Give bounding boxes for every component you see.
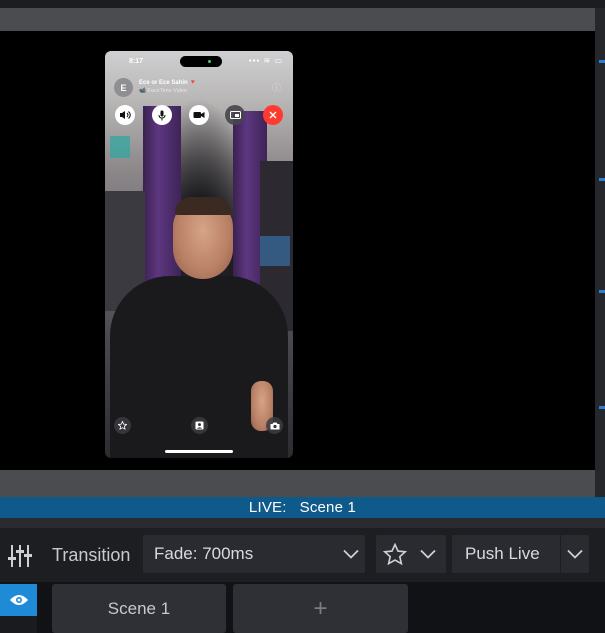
close-icon [269, 111, 277, 119]
right-panel-edge[interactable] [595, 8, 605, 497]
preview-header-bar [0, 8, 595, 31]
edge-marker [599, 178, 605, 181]
portrait-button[interactable] [191, 417, 208, 434]
caller-name: Ece or Ece Sahin 🔻 [139, 80, 197, 86]
edge-marker [599, 406, 605, 409]
separator [0, 518, 605, 528]
side-column [0, 616, 37, 633]
push-live-label: Push Live [465, 544, 540, 563]
speaker-icon [120, 111, 131, 119]
camera-indicator-dot [208, 60, 211, 63]
mixer-icon[interactable] [8, 543, 32, 569]
visibility-toggle[interactable] [0, 584, 37, 616]
live-label: LIVE: [248, 499, 287, 516]
video-camera-icon [193, 112, 205, 118]
sliders-icon [8, 545, 32, 567]
person-hair [175, 197, 231, 215]
photo-capture-button[interactable] [266, 417, 283, 434]
wall-poster [110, 136, 130, 158]
status-icons: ▪▪▪ ≋ ▭ [248, 56, 283, 65]
share-screen-icon [229, 110, 241, 119]
push-live-button[interactable]: Push Live [452, 535, 589, 573]
caller-initial: E [120, 82, 127, 93]
microphone-icon [158, 110, 166, 120]
transition-label: Transition [52, 545, 131, 565]
camera-shutter-icon [270, 422, 279, 429]
share-screen-button[interactable] [225, 105, 245, 125]
scene-card-label: Scene 1 [107, 598, 171, 618]
dynamic-island [180, 56, 222, 67]
end-call-button[interactable] [263, 105, 283, 125]
star-icon [118, 421, 127, 430]
favorite-transition-control[interactable] [376, 535, 446, 573]
home-indicator [165, 450, 233, 453]
info-icon[interactable]: ⓘ [272, 81, 281, 94]
eye-icon [9, 595, 28, 605]
preview-footer-bar [0, 470, 595, 497]
caller-subtitle: 📹 FaceTime Video [139, 88, 188, 94]
add-scene-button[interactable]: + [233, 584, 408, 633]
edge-marker [599, 60, 605, 63]
microphone-button[interactable] [152, 105, 172, 125]
scene-card[interactable]: Scene 1 [52, 584, 226, 633]
effects-button[interactable] [114, 417, 131, 434]
speaker-button[interactable] [115, 105, 135, 125]
chevron-down-icon[interactable] [560, 535, 589, 573]
chevron-down-icon[interactable] [414, 549, 442, 559]
transition-selected-value: Fade: 700ms [154, 544, 254, 563]
caller-avatar: E [114, 78, 133, 97]
edge-marker [599, 290, 605, 293]
phone-screen-capture: 8:17 ▪▪▪ ≋ ▭ E Ece or Ece Sahin 🔻 📹 Face… [105, 51, 293, 458]
live-scene-name: Scene 1 [299, 499, 357, 516]
plus-icon: + [313, 594, 328, 622]
live-status-bar: LIVE: Scene 1 [0, 497, 605, 518]
status-time: 8:17 [129, 58, 144, 65]
top-strip [0, 0, 605, 8]
camera-button[interactable] [189, 105, 209, 125]
monitor-glow [260, 236, 290, 266]
chevron-down-icon[interactable] [337, 549, 365, 559]
transition-select[interactable]: Fade: 700ms [143, 535, 365, 573]
live-preview: 8:17 ▪▪▪ ≋ ▭ E Ece or Ece Sahin 🔻 📹 Face… [0, 31, 595, 470]
portrait-icon [195, 421, 204, 430]
star-icon[interactable] [376, 542, 414, 566]
